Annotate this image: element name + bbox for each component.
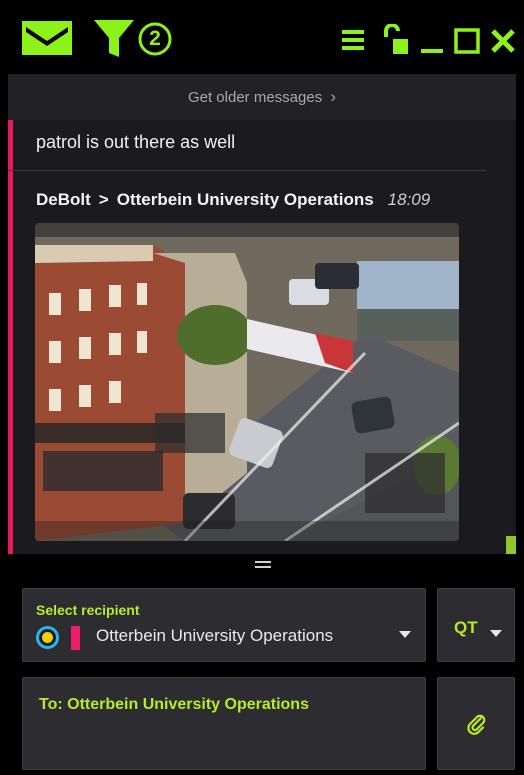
drag-handle-icon [255,561,271,569]
menu-icon[interactable] [341,28,365,52]
channel-color-tag [71,626,80,650]
message-to-line: To: Otterbein University Operations [39,696,309,713]
filter-count: 2 [149,27,161,50]
message-time: 18:09 [387,190,431,209]
priority-select[interactable]: QT [437,588,515,662]
chevron-right-icon: › [330,87,337,106]
scroll-position-indicator[interactable] [506,536,516,554]
message-header: DeBolt > Otterbein University Operations 18… [36,190,430,210]
filter-count-badge: 2 [137,21,173,57]
priority-select-value: QT [454,618,478,637]
close-icon[interactable] [490,28,516,54]
paperclip-icon [466,714,488,736]
resize-handle[interactable] [0,554,524,578]
attach-button[interactable] [437,677,515,770]
get-older-messages-label: Get older messages [187,89,323,106]
caret-down-icon [490,624,502,642]
street-scene-image [35,223,459,541]
channel-color-bar [8,120,13,554]
recipient-select-label: Select recipient [36,602,140,618]
previous-message-text: patrol is out there as well [36,132,236,152]
message-separator: > [98,190,109,209]
inbox-icon[interactable] [20,19,74,57]
message-recipient: Otterbein University Operations [116,190,374,209]
message-divider [8,170,486,171]
attached-photo[interactable] [35,223,459,541]
recipient-select[interactable]: Select recipient Otterbein University Op… [22,588,426,662]
recipient-select-value: Otterbein University Operations [96,626,334,645]
caret-down-icon [399,625,411,643]
maximize-icon[interactable] [454,28,480,54]
minimize-icon[interactable] [421,28,443,54]
unlock-icon[interactable] [383,23,409,56]
message-input[interactable]: To: Otterbein University Operations [22,677,426,770]
title-bar: 2 [0,0,524,74]
status-icon [36,626,59,649]
message-sender: DeBolt [36,190,91,209]
filter-icon[interactable] [92,17,136,61]
get-older-messages-link[interactable]: Get older messages › [8,74,516,120]
chat-panel[interactable]: patrol is out there as well DeBolt > Otter… [8,120,516,554]
